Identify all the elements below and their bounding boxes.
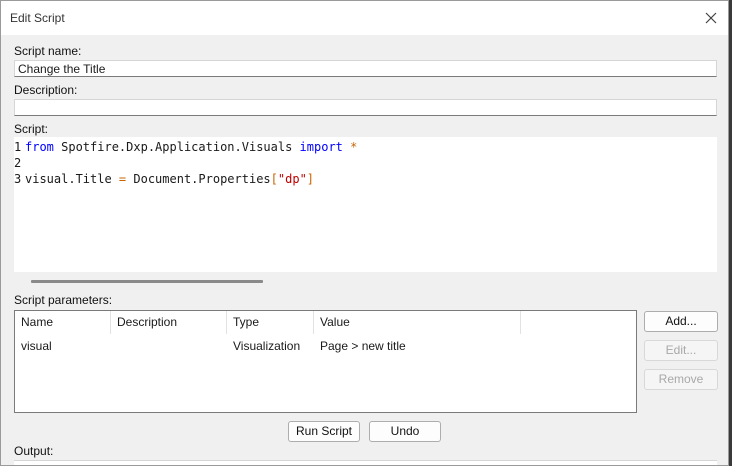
title-bar: Edit Script (1, 1, 728, 35)
column-header-description[interactable]: Description (111, 311, 227, 334)
cell-type: Visualization (233, 339, 301, 353)
column-header-type[interactable]: Type (227, 311, 314, 334)
window-title: Edit Script (10, 11, 65, 25)
script-parameters-label: Script parameters: (14, 293, 113, 307)
script-editor[interactable]: 1 2 3 from Spotfire.Dxp.Application.Visu… (14, 137, 717, 272)
add-parameter-button[interactable]: Add... (644, 311, 718, 332)
code-line-3: visual.Title = Document.Properties["dp"] (25, 171, 357, 187)
close-icon (705, 12, 717, 24)
script-label: Script: (14, 122, 49, 136)
output-box[interactable] (14, 460, 717, 465)
script-name-label: Script name: (14, 44, 82, 58)
line-number: 3 (14, 172, 22, 186)
undo-button[interactable]: Undo (369, 421, 441, 442)
description-input[interactable] (14, 99, 717, 116)
open-bracket: [ (270, 172, 278, 186)
run-script-button[interactable]: Run Script (288, 421, 360, 442)
cell-name: visual (21, 339, 52, 353)
output-label: Output: (14, 444, 54, 458)
module-path: Spotfire.Dxp.Application.Visuals (53, 140, 300, 154)
line-number-gutter: 1 2 3 (14, 139, 24, 187)
code-area[interactable]: from Spotfire.Dxp.Application.Visuals im… (25, 139, 357, 187)
script-name-input[interactable]: Change the Title (14, 60, 717, 77)
description-label: Description: (14, 83, 78, 97)
remove-parameter-button[interactable]: Remove (644, 369, 718, 390)
line-number: 1 (14, 140, 22, 154)
string-literal: "dp" (277, 172, 307, 186)
edit-parameter-button[interactable]: Edit... (644, 340, 718, 361)
keyword-from: from (25, 140, 54, 154)
code-line-1: from Spotfire.Dxp.Application.Visuals im… (25, 139, 357, 155)
keyword-import: import (299, 140, 343, 154)
script-parameters-table[interactable]: Name Description Type Value visual Visua… (14, 310, 637, 413)
close-button[interactable] (700, 7, 722, 29)
cell-description (111, 338, 227, 354)
line-number: 2 (14, 156, 22, 170)
assignment-target: visual.Title (25, 172, 119, 186)
close-bracket: ] (306, 172, 315, 186)
column-header-value[interactable]: Value (314, 311, 521, 334)
document-properties: Document.Properties (126, 172, 271, 186)
column-header-name[interactable]: Name (15, 311, 111, 334)
editor-horizontal-scrollbar[interactable] (14, 276, 717, 286)
scrollbar-thumb[interactable] (31, 280, 263, 283)
cell-value: Page > new title (320, 339, 406, 353)
edit-script-dialog: Edit Script Script name: Change the Titl… (0, 0, 729, 466)
wildcard-operator: * (350, 140, 358, 154)
